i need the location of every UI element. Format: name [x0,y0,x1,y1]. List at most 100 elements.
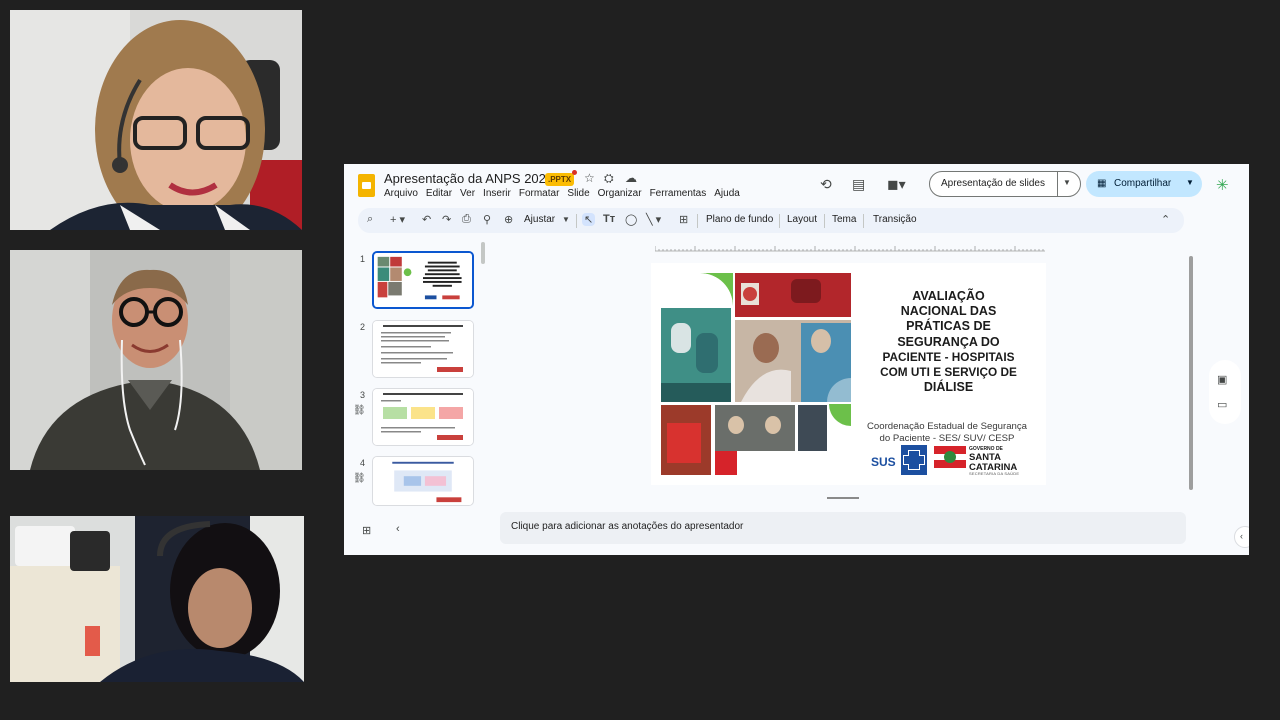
participant-video-3 [10,516,304,682]
slide-subtitle-line: Coordenação Estadual de Segurança [866,421,1027,432]
transition-button[interactable]: Transição [873,214,917,225]
move-to-folder-icon[interactable]: ⛭ [604,171,614,186]
menu-item-view[interactable]: Ver [460,188,475,199]
text-box-icon[interactable]: Tт [603,213,615,225]
toolbar-divider [697,214,698,228]
select-cursor-icon[interactable]: ↖ [582,213,596,226]
canvas-scrollbar[interactable] [1189,256,1193,490]
slide-title-line: NACIONAL DAS [900,304,997,319]
notes-resize-handle[interactable] [827,497,859,499]
horizontal-ruler[interactable] [655,246,1045,252]
participant-video-3-image [10,516,304,682]
slide-title-line: COM UTI E SERVIÇO DE [880,365,1017,380]
speaker-notes[interactable]: Clique para adicionar as anotações do ap… [500,512,1186,544]
slide-number: 2 [360,322,366,332]
comments-icon[interactable]: ▤ [852,176,865,193]
collapse-toolbar-chevron-icon[interactable]: ⌃ [1161,213,1170,226]
badge-notification-dot [572,170,577,175]
participant-video-1 [10,10,302,230]
insert-image-icon[interactable]: ▣ [1217,373,1227,386]
slide-thumbnail-4-preview [375,457,471,505]
slide-subtitle-line: do Paciente - SES/ SUV/ CESP [879,432,1015,444]
slide-thumbnail-1[interactable] [372,251,474,309]
file-format-badge: .PPTX [545,173,575,186]
undo-icon[interactable]: ↶ [422,213,431,226]
filmstrip-scrollbar[interactable] [481,242,485,264]
print-icon[interactable]: ⎙ [462,213,471,226]
insert-comment-icon[interactable]: ⊞ [679,213,688,226]
slide-title-line: DIÁLISE [923,380,974,395]
slideshow-button-label: Apresentação de slides [941,178,1045,189]
collapse-filmstrip-chevron-icon[interactable]: ‹ [396,523,400,535]
speaker-notes-placeholder: Clique para adicionar as anotações do ap… [511,521,744,532]
slide-thumbnail-2[interactable] [372,320,474,378]
paint-format-icon[interactable]: ⚲ [483,213,491,226]
menu-item-arrange[interactable]: Organizar [598,188,642,199]
menu-item-slide[interactable]: Slide [567,188,589,199]
menu-item-tools[interactable]: Ferramentas [650,188,707,199]
background-button[interactable]: Plano de fundo [706,214,773,225]
zoom-chevron-down-icon[interactable]: ▼ [562,215,570,224]
cloud-status-icon[interactable]: ☁ [625,171,637,185]
slide-subtitle[interactable]: Coordenação Estadual de Segurança do Pac… [855,421,1039,444]
participant-video-2-image [10,250,302,470]
menu-item-insert[interactable]: Inserir [483,188,511,199]
version-history-icon[interactable]: ⟲ [820,176,832,193]
document-title[interactable]: Apresentação da ANPS 2025 [384,171,553,186]
shared-screen-google-slides: Apresentação da ANPS 2025 .PPTX ☆ ⛭ ☁ Ar… [344,164,1249,555]
menu-item-file[interactable]: Arquivo [384,188,418,199]
slide-title-line: PRÁTICAS DE [906,319,991,334]
redo-icon[interactable]: ↷ [442,213,451,226]
toolbar-divider [576,214,577,228]
slide-number: 1 [360,254,366,264]
slide-thumbnail-2-preview [373,321,473,377]
grid-view-icon[interactable]: ⊞ [362,524,371,537]
share-options-chevron-icon[interactable]: ▼ [1186,178,1194,187]
share-button[interactable]: ▦ Compartilhar ▼ [1086,171,1202,197]
theme-button[interactable]: Tema [832,214,856,225]
slide-title-line: PACIENTE - HOSPITAIS [882,349,1015,364]
side-panel: ▣ ▭ [1209,360,1241,424]
star-icon[interactable]: ☆ [584,171,595,185]
slideshow-button[interactable]: Apresentação de slides ▼ [929,171,1081,197]
editing-toolbar: ⌕ + ▾ ↶ ↷ ⎙ ⚲ ⊕ Ajustar ▼ ↖ Tт ◯ ╲ ▾ ⊞ P… [358,208,1184,233]
slide-title-line: AVALIAÇÃO [912,289,985,303]
slide-thumbnail-4[interactable] [372,456,474,506]
slides-logo-icon[interactable] [358,174,375,197]
slide-number: 3 [360,390,366,400]
zoom-select[interactable]: Ajustar [524,214,555,225]
chevron-left-icon: ‹ [1240,531,1243,541]
slide-title-line: SEGURANÇA DO [897,334,1000,349]
government-logo-name: SANTA CATARINA [969,453,1017,472]
layout-button[interactable]: Layout [787,214,817,225]
slide-thumbnail-3[interactable] [372,388,474,446]
new-slide-icon[interactable]: + ▾ [390,213,405,226]
sus-logo: SUS [871,455,896,469]
menu-item-edit[interactable]: Editar [426,188,452,199]
gemini-sparkle-icon[interactable]: ✳ [1216,176,1229,194]
slideshow-button-divider [1057,172,1058,196]
toolbar-divider [863,214,864,228]
shape-icon[interactable]: ◯ [625,213,637,226]
slide-thumbnail-1-preview [374,253,472,307]
meeting-stage: Apresentação da ANPS 2025 .PPTX ☆ ⛭ ☁ Ar… [0,0,1280,720]
slide-thumbnail-3-preview [373,389,473,445]
menu-item-help[interactable]: Ajuda [714,188,740,199]
linked-object-icon: ⛓ [353,473,366,484]
slide-title[interactable]: AVALIAÇÃO NACIONAL DAS PRÁTICAS DE SEGUR… [861,289,1036,395]
search-menus-icon[interactable]: ⌕ [367,213,373,226]
zoom-icon[interactable]: ⊕ [504,213,513,226]
slide-canvas[interactable]: AVALIAÇÃO NACIONAL DAS PRÁTICAS DE SEGUR… [651,263,1046,485]
toolbar-divider [824,214,825,228]
slideshow-options-chevron-icon[interactable]: ▼ [1063,178,1071,187]
folder-icon[interactable]: ▭ [1217,398,1227,411]
slide-number: 4 [360,458,366,468]
expand-side-panel-button[interactable]: ‹ [1234,526,1249,548]
meet-camera-icon[interactable]: ◼▾ [887,176,906,193]
government-logo-secretariat: SECRETARIA DA SAÚDE [969,471,1020,476]
menu-bar: Arquivo Editar Ver Inserir Formatar Slid… [384,188,740,199]
share-button-label: Compartilhar [1114,178,1172,189]
app-header: Apresentação da ANPS 2025 .PPTX ☆ ⛭ ☁ Ar… [344,164,1249,208]
menu-item-format[interactable]: Formatar [519,188,560,199]
line-icon[interactable]: ╲ ▾ [646,213,661,226]
